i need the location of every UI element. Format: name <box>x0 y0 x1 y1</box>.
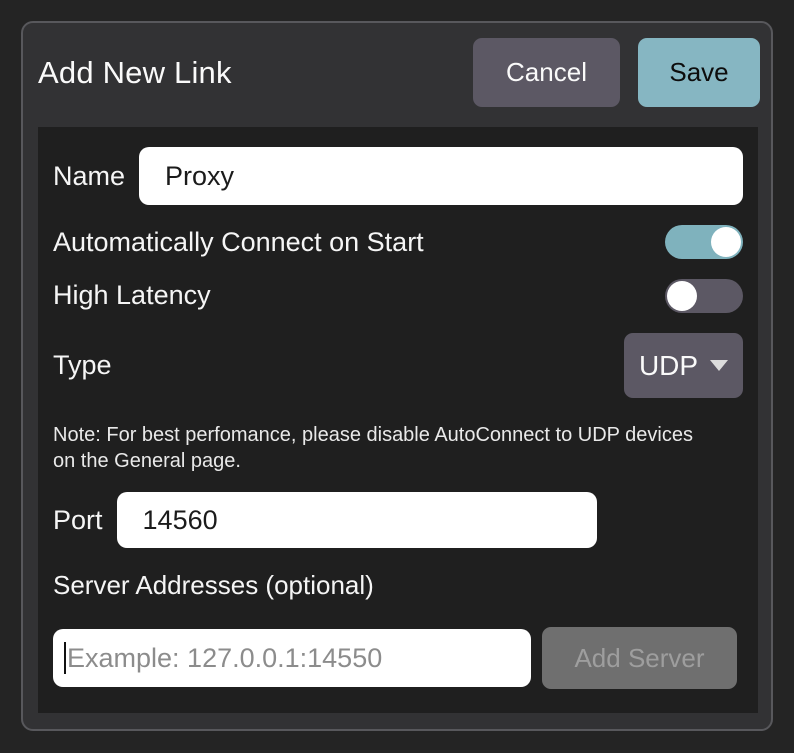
udp-note-line: Note: For best perfomance, please disabl… <box>53 422 743 448</box>
text-cursor <box>64 642 66 674</box>
udp-note-line: on the General page. <box>53 448 743 474</box>
server-address-input[interactable] <box>53 629 531 687</box>
add-server-button[interactable]: Add Server <box>542 627 737 689</box>
name-row: Name <box>53 147 743 205</box>
port-input[interactable] <box>117 492 597 548</box>
auto-connect-row: Automatically Connect on Start <box>53 225 743 259</box>
high-latency-row: High Latency <box>53 278 743 313</box>
type-dropdown[interactable]: UDP <box>624 333 743 398</box>
chevron-down-icon <box>710 360 728 371</box>
name-label: Name <box>53 161 125 192</box>
server-address-row: Add Server <box>53 627 743 689</box>
save-button[interactable]: Save <box>638 38 760 107</box>
add-new-link-dialog: Add New Link Cancel Save Name Automatica… <box>21 21 773 731</box>
high-latency-label: High Latency <box>53 280 211 311</box>
type-label: Type <box>53 350 112 381</box>
udp-note: Note: For best perfomance, please disabl… <box>53 422 743 474</box>
type-row: Type UDP <box>53 333 743 398</box>
server-addresses-label: Server Addresses (optional) <box>53 570 743 601</box>
auto-connect-toggle[interactable] <box>665 225 743 259</box>
toggle-knob <box>711 227 741 257</box>
server-address-input-wrap <box>53 629 531 687</box>
type-dropdown-value: UDP <box>639 350 698 382</box>
cancel-button[interactable]: Cancel <box>473 38 620 107</box>
toggle-knob <box>667 281 697 311</box>
auto-connect-label: Automatically Connect on Start <box>53 227 424 258</box>
dialog-header: Add New Link Cancel Save <box>23 23 771 107</box>
port-row: Port <box>53 492 743 548</box>
high-latency-toggle[interactable] <box>665 279 743 313</box>
name-input[interactable] <box>139 147 743 205</box>
port-label: Port <box>53 505 103 536</box>
link-settings-panel: Name Automatically Connect on Start High… <box>38 127 758 713</box>
dialog-title: Add New Link <box>38 55 232 91</box>
